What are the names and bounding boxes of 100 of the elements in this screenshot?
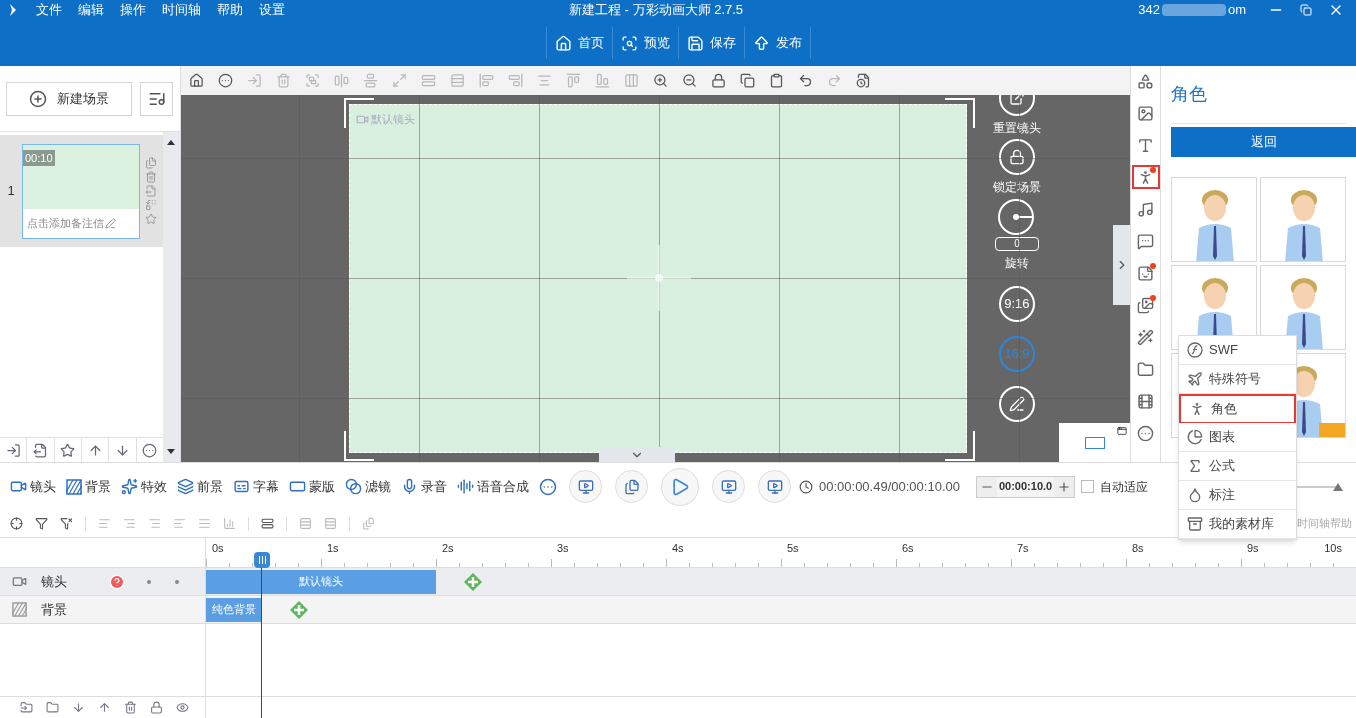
track-tool-button[interactable]: 字幕 [233,476,279,497]
scene-item[interactable]: 1 00:10 点击添加备注信 [0,135,163,247]
menu-item[interactable]: 文件 [36,0,62,20]
save-icon [686,34,704,52]
menu-option[interactable]: 标注 [1179,481,1296,510]
lock-scene-button[interactable] [998,139,1035,175]
rotation-dial[interactable] [996,198,1037,236]
copy-icon[interactable] [739,73,755,88]
arrow-down-icon[interactable] [72,701,85,714]
scroll-down-icon[interactable] [167,449,176,454]
track-header[interactable]: 镜头 [0,568,205,596]
ratio-button[interactable]: 9:16 [998,286,1035,322]
window-icon[interactable] [1117,426,1128,436]
step-button[interactable] [758,470,791,503]
track-tool-button[interactable]: 镜头 [10,476,56,497]
paste-icon[interactable] [768,73,784,88]
import-icon[interactable] [5,442,21,458]
restore-icon[interactable] [1300,4,1312,16]
scroll-up-icon[interactable] [167,140,176,145]
more-icon[interactable] [539,477,557,496]
undo-icon[interactable] [797,73,813,88]
back-button[interactable]: 返回 [1171,127,1356,157]
rectangle-icon[interactable] [1084,436,1105,449]
menu-item[interactable]: 设置 [259,0,285,20]
track-tool-button[interactable]: 语音合成 [457,476,529,497]
rotation-field[interactable]: 0 [994,237,1039,251]
account-name: om [1227,1,1246,20]
nav-button[interactable]: 首页 [546,27,613,59]
caption-icon [233,478,250,495]
tick-label: 10s [1324,541,1342,556]
menu-option[interactable]: 特殊符号 [1179,365,1296,394]
scrollbar[interactable] [162,132,180,462]
stack-icon[interactable] [261,517,274,530]
more-icon[interactable] [142,442,158,458]
copy-icon [145,157,157,169]
menu-option[interactable]: 角色 [1179,394,1296,423]
zoom-out-icon[interactable] [681,73,697,88]
edit-button[interactable] [998,386,1035,422]
add-keyframe-icon[interactable] [464,572,482,591]
export-icon[interactable] [32,442,48,458]
music-list-button[interactable] [140,81,173,116]
step-button[interactable] [615,470,648,503]
track-tool-button[interactable]: 背景 [66,476,111,497]
menu-option[interactable]: SWF [1179,336,1296,365]
menu-item[interactable]: 操作 [120,0,146,20]
star-icon[interactable] [60,442,76,458]
more-icon[interactable] [217,73,233,88]
auto-fit-checkbox[interactable] [1081,480,1095,493]
folder-icon[interactable] [46,701,59,714]
track-tool-button[interactable]: 滤镜 [345,476,391,497]
step-button[interactable] [712,470,745,503]
playhead-handle[interactable] [254,552,271,568]
menu-item[interactable]: 编辑 [78,0,104,20]
add-keyframe-icon[interactable] [290,600,309,619]
eye-icon[interactable] [176,701,189,714]
camera-label: 默认镜头 [370,112,415,127]
new-scene-button[interactable]: 新建场景 [6,81,132,116]
nav-button[interactable]: 保存 [678,27,745,59]
layers-icon [177,478,194,495]
control-label: 锁定场景 [992,179,1041,196]
arrow-down-icon[interactable] [114,442,130,458]
arrow-up-icon [752,34,770,52]
play-button[interactable] [661,467,699,506]
track-tool-button[interactable]: 蒙版 [289,476,335,497]
slider-thumb[interactable] [1332,482,1343,491]
menu-option[interactable]: 我的素材库 [1179,510,1296,539]
lock-icon[interactable] [150,701,163,714]
pictures-icon [1137,296,1155,314]
step-button[interactable] [569,470,602,503]
nav-button[interactable]: 发布 [744,27,810,59]
track-tool-button[interactable]: 前景 [177,476,223,497]
replace-icon [145,199,157,211]
note-placeholder[interactable]: 点击添加备注信 [27,214,104,232]
crosshair-icon[interactable] [10,517,23,530]
lock-icon[interactable] [710,73,726,88]
menu-item[interactable]: 帮助 [217,0,243,20]
trash-icon[interactable] [124,701,137,714]
menu-option[interactable]: 公式 [1179,452,1296,481]
arrow-up-icon[interactable] [98,701,111,714]
filter-icon[interactable] [35,517,48,530]
character-thumbnail[interactable] [1171,177,1257,262]
duration-field[interactable]: 00:00:10.0 [975,475,1076,498]
character-thumbnail[interactable] [1260,265,1346,350]
history-icon[interactable] [855,73,871,88]
nav-button[interactable]: 预览 [612,27,679,59]
home-icon[interactable] [188,73,204,88]
clear-filter-icon[interactable] [60,517,73,530]
tick-label: 7s [1017,541,1029,556]
track-tool-button[interactable]: 特效 [121,476,167,497]
folder-icon[interactable] [20,701,33,714]
track-tool-button[interactable]: 录音 [401,476,447,497]
zoom-in-icon[interactable] [652,73,668,88]
hatched-square-icon [66,478,82,495]
side-tool[interactable] [1133,167,1158,187]
menu-item[interactable]: 时间轴 [162,0,201,20]
track-header[interactable]: 背景 [0,596,205,624]
character-thumbnail[interactable] [1260,177,1346,262]
menu-option[interactable]: 图表 [1179,423,1296,452]
tick-label: 6s [902,541,914,556]
help-icon[interactable] [109,573,125,590]
